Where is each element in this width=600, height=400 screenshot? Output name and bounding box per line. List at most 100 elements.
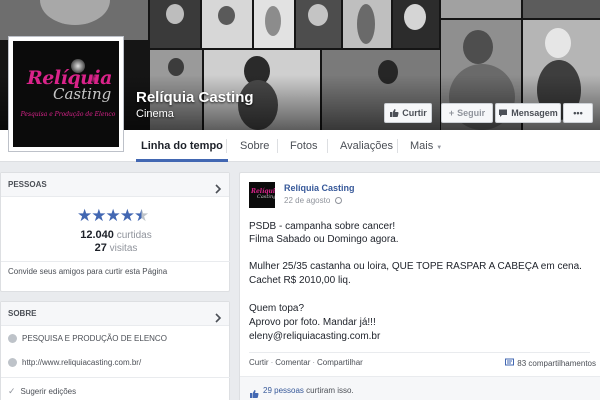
- post-share-button[interactable]: Compartilhar: [317, 358, 363, 367]
- tab-divider: [277, 139, 278, 153]
- page-category[interactable]: Cinema: [136, 108, 174, 120]
- suggest-edits-link[interactable]: Sugerir edições: [21, 387, 77, 396]
- cover-tile: [150, 0, 200, 48]
- post-text-line: Mulher 25/35 castanha ou loira, QUE TOPE…: [249, 261, 582, 272]
- tab-timeline[interactable]: Linha do tempo: [136, 130, 228, 162]
- tab-divider: [397, 139, 398, 153]
- share-icon: [505, 358, 515, 368]
- tab-divider: [327, 139, 328, 153]
- checkmark-icon: ✓: [8, 386, 16, 396]
- cover-tile: [343, 0, 391, 48]
- cover-tile: [523, 0, 600, 18]
- thumbs-up-icon: [249, 386, 259, 400]
- post-text-line: Filma Sabado ou Domingo agora.: [249, 234, 399, 245]
- globe-icon: [334, 197, 342, 204]
- likes-count: 12.040: [80, 229, 114, 241]
- about-header-label: SOBRE: [8, 309, 37, 318]
- message-label: Mensagem: [511, 108, 558, 118]
- cover-tile: [296, 0, 341, 48]
- shares-count[interactable]: 83 compartilhamentos: [505, 358, 596, 368]
- caret-down-icon: ▼: [436, 145, 443, 151]
- suggest-edits-row[interactable]: ✓ Sugerir edições: [8, 386, 76, 397]
- follow-label: Seguir: [457, 108, 486, 118]
- more-dots-icon: •••: [573, 108, 583, 118]
- visits-count: 27: [94, 242, 107, 254]
- message-icon: [498, 108, 508, 118]
- star-icon: ★: [105, 206, 121, 226]
- logo-text-secondary: Casting: [53, 85, 112, 103]
- star-icon: ★: [91, 206, 106, 226]
- logo-tagline: Pesquisa e Produção de Elenco: [20, 111, 116, 118]
- page-title[interactable]: Relíquia Casting: [136, 89, 254, 106]
- logo: Relíquia Casting Pesquisa e Produção de …: [13, 41, 119, 147]
- post-author-avatar[interactable]: Relíquia Casting: [249, 182, 275, 208]
- post-timestamp[interactable]: 22 de agosto: [284, 196, 342, 205]
- like-page-label: Curtir: [402, 108, 427, 118]
- about-description-row: PESQUISA E PRODUÇÃO DE ELENCO: [8, 334, 167, 343]
- about-header[interactable]: SOBRE: [1, 302, 229, 326]
- about-panel: SOBRE PESQUISA E PRODUÇÃO DE ELENCO http…: [0, 301, 231, 400]
- post-like-button[interactable]: Curtir: [249, 358, 269, 367]
- star-icon: ★: [77, 206, 92, 226]
- visits-label: visitas: [109, 243, 138, 254]
- profile-picture[interactable]: Relíquia Casting Pesquisa e Produção de …: [8, 36, 124, 152]
- info-icon: [8, 334, 17, 343]
- cover-tile: [0, 0, 148, 40]
- post-text-line: eleny@reliquiacasting.com.br: [249, 331, 381, 342]
- tab-about[interactable]: Sobre: [240, 130, 269, 162]
- tab-label: Sobre: [240, 140, 270, 152]
- invite-friends-link[interactable]: Convide seus amigos para curtir esta Pág…: [8, 267, 167, 276]
- likes-stat: 12.040 curtidas: [1, 229, 231, 241]
- divider: [1, 261, 231, 262]
- cover-tile: [393, 0, 439, 48]
- tab-label: Fotos: [290, 140, 318, 152]
- post-text-line: Cachet R$ 2010,00 liq.: [249, 275, 351, 286]
- post-text-line: Quem topa?: [249, 303, 305, 314]
- post-likes-bar: 29 pessoas curtiram isso.: [240, 376, 600, 400]
- people-header-label: PESSOAS: [8, 180, 47, 189]
- tab-divider: [226, 139, 227, 153]
- tab-label: Avaliações: [340, 140, 393, 152]
- cover-tile: [202, 0, 252, 48]
- follow-button[interactable]: + Seguir: [441, 103, 493, 123]
- people-panel: PESSOAS ★★★★★ 12.040 curtidas 27 visitas…: [0, 172, 231, 292]
- post-text-line: Aprovo por foto. Mandar já!!!: [249, 317, 376, 328]
- post-likes-suffix: curtiram isso.: [306, 386, 354, 395]
- people-header[interactable]: PESSOAS: [1, 173, 229, 197]
- about-website-row: http://www.reliquiacasting.com.br/: [8, 358, 141, 367]
- message-button[interactable]: Mensagem: [495, 103, 561, 123]
- post-text-line: PSDB - campanha sobre cancer!: [249, 221, 396, 232]
- like-page-button[interactable]: Curtir: [384, 103, 432, 123]
- separator: ·: [312, 358, 316, 367]
- post-author-name[interactable]: Relíquia Casting: [284, 183, 355, 193]
- website-link[interactable]: http://www.reliquiacasting.com.br/: [22, 358, 141, 367]
- visits-stat: 27 visitas: [1, 242, 231, 254]
- tab-label: Mais: [410, 140, 434, 152]
- post-actions: Curtir · Comentar · Compartilhar: [249, 358, 363, 367]
- rating-stars[interactable]: ★★★★★: [77, 206, 149, 226]
- post-likes-people-link[interactable]: 29 pessoas: [263, 386, 304, 395]
- chevron-right-icon[interactable]: [215, 309, 222, 333]
- shares-text: 83 compartilhamentos: [517, 358, 596, 368]
- more-options-button[interactable]: •••: [563, 103, 593, 123]
- post-comment-button[interactable]: Comentar: [275, 358, 310, 367]
- post-likes-text: 29 pessoas curtiram isso.: [263, 386, 354, 395]
- divider: [1, 377, 231, 378]
- thumbs-up-icon: [389, 108, 399, 118]
- likes-label: curtidas: [116, 230, 152, 241]
- tab-reviews[interactable]: Avaliações: [340, 130, 393, 162]
- globe-icon: [8, 358, 17, 367]
- about-description: PESQUISA E PRODUÇÃO DE ELENCO: [22, 334, 167, 343]
- avatar-logo-text-secondary: Casting: [257, 194, 275, 200]
- post-date-text: 22 de agosto: [284, 196, 331, 205]
- plus-icon: +: [448, 108, 455, 118]
- tab-photos[interactable]: Fotos: [290, 130, 318, 162]
- separator: ·: [270, 358, 274, 367]
- star-icon: ★: [119, 206, 135, 226]
- chevron-right-icon[interactable]: [215, 180, 222, 204]
- post-card: Relíquia Casting Relíquia Casting 22 de …: [239, 172, 600, 400]
- tab-more[interactable]: Mais ▼: [410, 130, 442, 162]
- cover-tile: [441, 0, 521, 18]
- divider: [249, 352, 590, 353]
- tab-label: Linha do tempo: [141, 140, 223, 152]
